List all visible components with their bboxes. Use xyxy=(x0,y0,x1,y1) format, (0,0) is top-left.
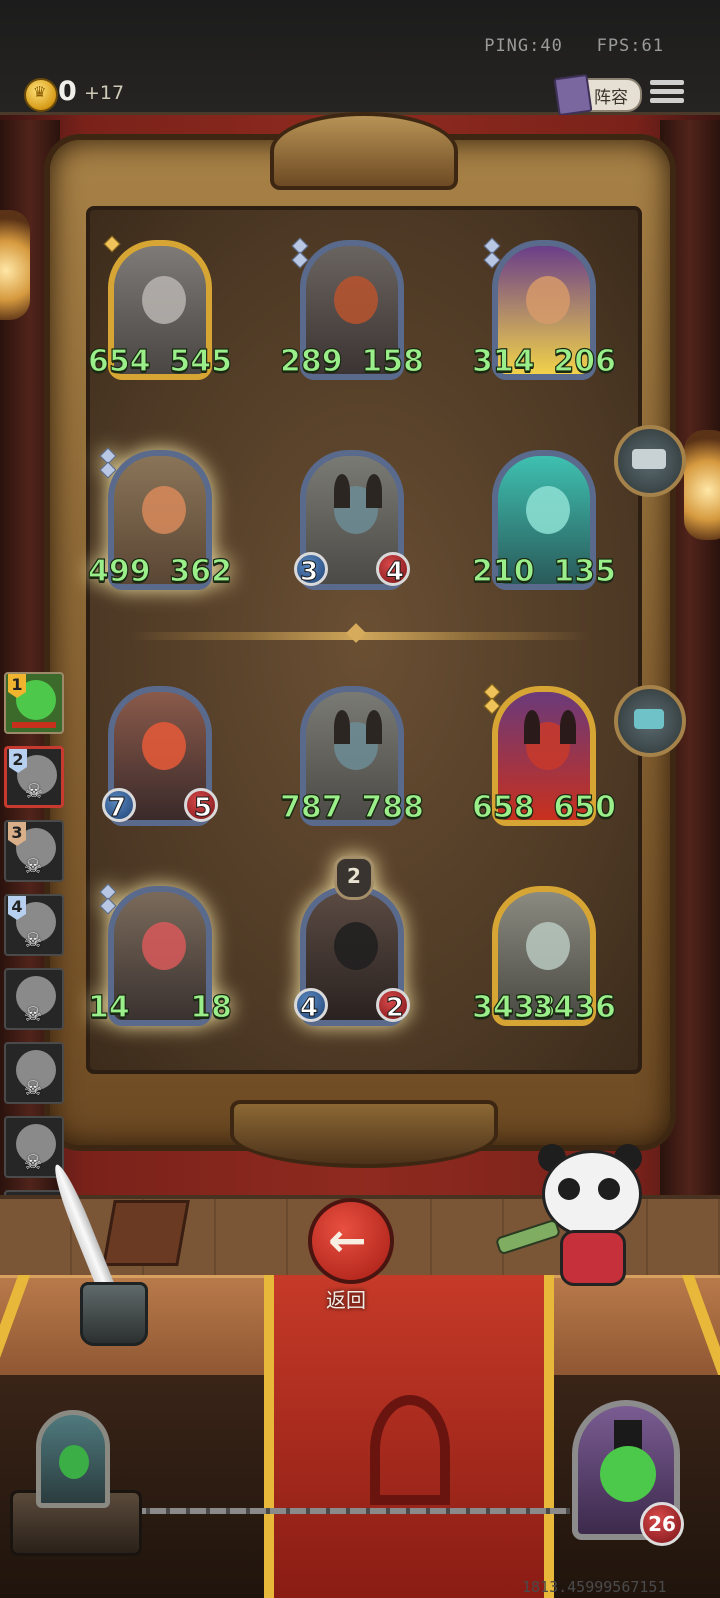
player-slot[interactable]: 1 xyxy=(4,672,64,734)
tavern-item-candles[interactable] xyxy=(614,685,686,757)
back-label: 返回 xyxy=(326,1288,366,1312)
inkwell-icon xyxy=(80,1282,148,1346)
player-slot[interactable]: ☠ xyxy=(4,968,64,1030)
book-prop xyxy=(102,1200,190,1266)
lamp-right xyxy=(684,430,720,540)
minion-attack: 210 xyxy=(471,553,535,589)
minion-health: 2 xyxy=(385,993,404,1024)
chain-decoration xyxy=(130,1508,570,1514)
player-slot[interactable]: 2 ☠ xyxy=(4,746,64,808)
minion-attack: 3 xyxy=(299,557,319,588)
hero-health: 26 xyxy=(640,1502,684,1546)
minion-health: 4 xyxy=(385,557,404,588)
minion-health: 362 xyxy=(169,553,233,589)
minion-attack: 787 xyxy=(279,789,343,825)
minion-attack: 4 xyxy=(299,993,319,1024)
minion-health: 206 xyxy=(553,343,617,379)
back-button[interactable]: ← xyxy=(308,1198,394,1284)
minion-card[interactable]: 314 206 xyxy=(471,236,617,384)
minion-card[interactable]: 658 650 xyxy=(471,682,617,830)
skull-icon: ☠ xyxy=(24,1002,42,1026)
red-runner xyxy=(264,1275,554,1598)
minion-health: 135 xyxy=(553,553,617,589)
minion-card[interactable]: 210 135 xyxy=(471,446,617,594)
book-icon xyxy=(553,73,593,117)
minion-attack: 314 xyxy=(471,343,535,379)
minion-attack: 658 xyxy=(471,789,535,825)
player-health-bar xyxy=(12,722,56,728)
frame-crest xyxy=(270,112,458,190)
player-slot[interactable]: 4 ☠ xyxy=(4,894,64,956)
panda-mascot[interactable] xyxy=(494,1144,646,1290)
network-stats: PING:40 FPS:61 xyxy=(484,36,664,56)
debug-readout: 1813.45999567151 xyxy=(522,1578,667,1596)
back-arrow-icon: ← xyxy=(328,1213,367,1267)
tavern-item-spell[interactable] xyxy=(614,425,686,497)
menu-button[interactable] xyxy=(650,76,684,110)
minion-card[interactable]: 14 18 xyxy=(87,882,233,1030)
minion-card[interactable]: 654 545 xyxy=(87,235,233,384)
minion-level-badge: 2 xyxy=(334,856,374,900)
minion-card[interactable]: 499 362 xyxy=(87,446,233,594)
skull-icon: ☠ xyxy=(24,928,42,952)
skull-icon: ☠ xyxy=(24,1150,42,1174)
minion-attack: 7 xyxy=(107,793,127,824)
ping-readout: PING:40 xyxy=(484,36,563,56)
minion-card[interactable]: 7 5 xyxy=(102,682,218,830)
skull-icon: ☠ xyxy=(24,854,42,878)
opponent-hero-portrait[interactable] xyxy=(36,1410,110,1508)
skull-icon: ☠ xyxy=(24,1076,42,1100)
coin-income: +17 xyxy=(84,82,125,104)
frame-bottom-crest xyxy=(230,1100,498,1168)
lineup-button[interactable]: 阵容 xyxy=(553,73,642,117)
minion-card[interactable]: 2 4 2 xyxy=(294,856,410,1030)
coin-icon xyxy=(24,78,58,112)
player-slot[interactable]: ☠ xyxy=(4,1042,64,1104)
minion-health: 650 xyxy=(553,789,617,825)
minion-attack: 14 xyxy=(87,989,130,1025)
minion-attack: 654 xyxy=(87,343,151,379)
minion-health: 788 xyxy=(361,789,425,825)
minion-health: 5 xyxy=(193,793,212,824)
skull-icon: ☠ xyxy=(25,779,43,803)
minion-card[interactable]: 289 158 xyxy=(279,236,425,384)
minion-attack: 499 xyxy=(87,553,151,589)
minion-card[interactable]: 787 788 xyxy=(279,682,425,830)
top-bar: PING:40 FPS:61 0 +17 阵容 xyxy=(0,0,720,117)
lamp-left xyxy=(0,210,30,320)
minion-health: 3436 xyxy=(532,989,617,1025)
minion-health: 545 xyxy=(169,343,233,379)
minion-card[interactable]: 3 4 xyxy=(294,446,410,594)
minion-health: 18 xyxy=(190,989,233,1025)
fps-readout: FPS:61 xyxy=(596,36,664,56)
minion-card[interactable]: 3438 3436 xyxy=(471,882,617,1030)
minion-attack: 289 xyxy=(279,343,343,379)
player-slot[interactable]: 3 ☠ xyxy=(4,820,64,882)
minion-health: 158 xyxy=(361,343,425,379)
coin-amount: 0 xyxy=(58,76,77,107)
lineup-label: 阵容 xyxy=(594,88,628,108)
